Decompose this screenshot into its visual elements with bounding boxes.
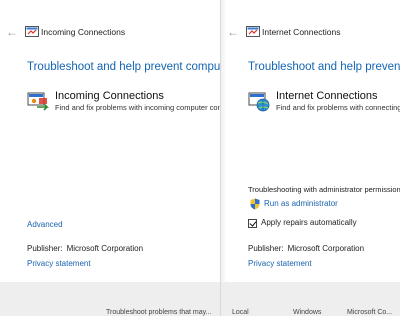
- row-location: Local: [232, 309, 249, 316]
- troubleshooter-name[interactable]: Incoming Connections: [55, 90, 164, 102]
- troubleshooter-description: Find and fix problems with connecting to…: [276, 103, 400, 112]
- back-arrow-icon[interactable]: ←: [227, 22, 239, 42]
- window-title: Internet Connections: [262, 27, 341, 37]
- page-heading: Troubleshoot and help prevent computer p…: [248, 61, 400, 73]
- run-as-administrator-link[interactable]: Run as administrator: [264, 199, 338, 208]
- troubleshooter-icon: [25, 26, 39, 37]
- row-category: Windows: [293, 309, 322, 316]
- page-heading: Troubleshoot and help prevent computer p…: [27, 61, 222, 73]
- publisher-info: Publisher: Microsoft Corporation: [248, 244, 364, 253]
- uac-shield-icon: [250, 198, 260, 210]
- advanced-link[interactable]: Advanced: [27, 220, 63, 229]
- admin-permissions-note: Troubleshooting with administrator permi…: [248, 185, 400, 194]
- publisher-label: Publisher:: [27, 244, 63, 253]
- troubleshooter-description: Find and fix problems with incoming comp…: [55, 103, 222, 112]
- row-description: Troubleshoot problems that may...: [106, 309, 212, 316]
- title-bar: ← Incoming Connections: [0, 22, 222, 42]
- incoming-connections-window: ← Incoming Connections Troubleshoot and …: [0, 0, 222, 316]
- apply-repairs-checkbox[interactable]: [248, 219, 257, 228]
- incoming-connections-icon: [27, 92, 49, 111]
- title-bar: ← Internet Connections: [221, 22, 400, 42]
- row-publisher: Microsoft Co...: [347, 309, 393, 316]
- back-arrow-icon[interactable]: ←: [6, 22, 18, 42]
- troubleshooter-name[interactable]: Internet Connections: [276, 90, 378, 102]
- privacy-statement-link[interactable]: Privacy statement: [248, 259, 312, 268]
- background-troubleshooter-row: Troubleshoot problems that may... Local …: [90, 308, 400, 316]
- publisher-value: Microsoft Corporation: [287, 244, 365, 253]
- publisher-value: Microsoft Corporation: [66, 244, 144, 253]
- window-edge-shadow: [221, 0, 227, 316]
- apply-repairs-label[interactable]: Apply repairs automatically: [261, 218, 357, 227]
- publisher-info: Publisher: Microsoft Corporation: [27, 244, 143, 253]
- internet-connections-window: ← Internet Connections Troubleshoot and …: [220, 0, 400, 316]
- troubleshooter-icon: [246, 26, 260, 37]
- publisher-label: Publisher:: [248, 244, 284, 253]
- privacy-statement-link[interactable]: Privacy statement: [27, 259, 91, 268]
- window-title: Incoming Connections: [41, 27, 126, 37]
- internet-connections-icon: [248, 92, 270, 112]
